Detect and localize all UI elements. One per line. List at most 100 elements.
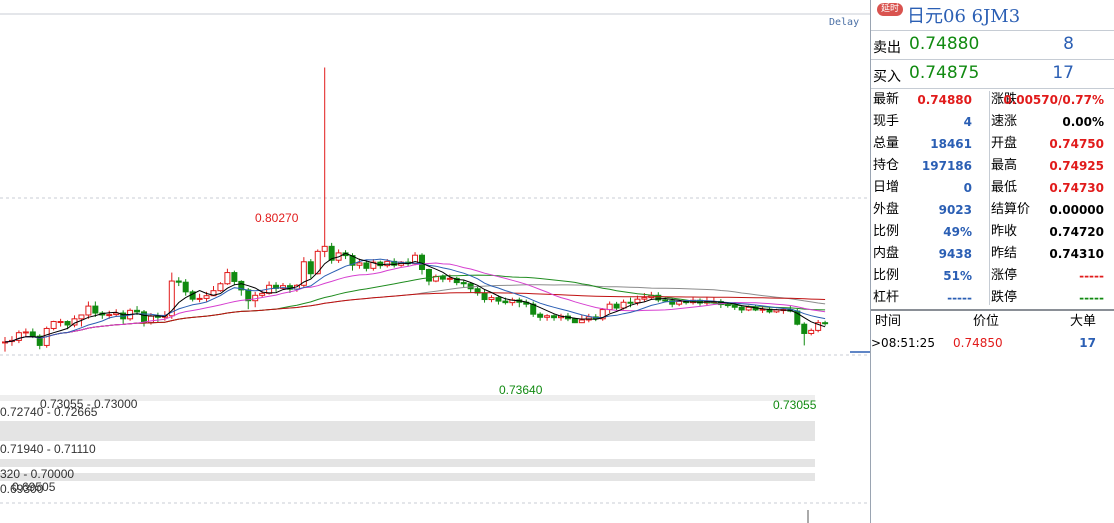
stat-value: ----- [1079,291,1104,305]
ma5-line [4,252,826,343]
stats-divider [989,91,990,305]
stat-value: ----- [947,291,972,305]
ticks-volume-header: 大单 [1069,314,1096,329]
stat-value: 197186 [921,159,972,173]
ticks-time-header: 时间 [875,314,902,329]
stat-row: 总量 18461 开盘 0.74750 [871,133,1114,155]
support-zone-band [0,459,815,467]
candle-body [384,260,391,267]
candle-body [425,268,432,282]
sell-price: 0.74880 [909,34,980,54]
candle-body [106,314,113,317]
candle-body [134,309,141,313]
stat-value: 0 [963,181,972,195]
candle-body [182,281,189,293]
quote-panel: 延时 日元06 6JM3 卖出 0.74880 8 买入 0.74875 17 … [870,0,1114,523]
sell-row: 卖出 0.74880 8 [871,31,1114,60]
stat-row: 比例 49% 昨收 0.74720 [871,221,1114,243]
buy-volume: 17 [1052,63,1074,83]
buy-price: 0.74875 [909,63,980,83]
zone-label: 0.72740 - 0.72665 [0,405,98,419]
delay-indicator: Delay [829,17,860,28]
kline-svg: 0.802700.736400.730550.73055 - 0.730000.… [0,13,870,523]
stat-value: 4 [963,115,972,129]
sell-label: 卖出 [873,40,901,56]
support-zone-band [0,421,815,441]
delay-badge: 延时 [877,3,904,16]
stat-label: 跌停 [991,290,1018,305]
stat-value: 49% [943,225,972,239]
tick-volume: 17 [1079,336,1096,350]
candle-body [321,245,328,252]
ma40-line [4,274,826,343]
stat-label: 开盘 [991,136,1018,151]
panel-header: 延时 日元06 6JM3 [871,0,1114,31]
stat-value: 0.74730 [1049,181,1104,195]
candle-body [537,313,544,318]
candle-body [634,298,641,304]
stat-label: 内盘 [873,246,900,261]
candle-body [738,306,745,311]
candle-body [50,321,57,329]
stat-row: 最新 0.74880 涨跌 0.00570/0.77% [871,89,1114,111]
candle-body [662,299,669,302]
stat-value: ----- [1079,269,1104,283]
candle-body [613,303,620,309]
stat-label: 日增 [873,180,900,195]
candle-body [773,309,780,313]
low-price-label: 0.73055 [773,398,817,412]
candle-body [446,277,453,280]
stat-label: 涨停 [991,268,1018,283]
stat-label: 现手 [873,114,900,129]
stat-value: 18461 [930,137,972,151]
stat-value: 0.74310 [1049,247,1104,261]
stat-label: 外盘 [873,202,900,217]
candle-body [502,300,509,304]
candle-body [676,300,683,305]
candle-body [488,297,495,301]
stat-row: 现手 4 速涨 0.00% [871,111,1114,133]
contract-title[interactable]: 日元06 6JM3 [907,2,1020,28]
candle-body [85,305,92,316]
buy-row: 买入 0.74875 17 [871,60,1114,89]
stat-label: 昨结 [991,246,1018,261]
candle-body [203,295,210,299]
candle-body [22,331,29,334]
zone-label: 0.71940 - 0.71110 [0,442,96,456]
candle-body [822,322,829,325]
candle-body [801,323,808,334]
candle-body [175,280,182,283]
stat-value: 0.74925 [1049,159,1104,173]
stat-label: 比例 [873,268,900,283]
ticks-list: >08:51:25 0.74850 17 [871,333,1114,353]
tick-row: >08:51:25 0.74850 17 [871,333,1114,353]
candle-body [745,306,752,311]
sell-volume: 8 [1063,34,1074,54]
candle-body [78,314,85,320]
candle-body [481,292,488,301]
candle-body [460,282,467,285]
kline-chart[interactable]: 0.80270 0.73640 0.73055 0.73055 - 0.73000 0.… [0,0,870,523]
candle-body [620,301,627,309]
candle-body [363,262,370,269]
candle-body [57,321,64,324]
stat-label: 速涨 [991,114,1018,129]
stat-label: 结算价 [991,202,1031,217]
candle-body [92,305,99,314]
stat-row: 比例 51% 涨停 ----- [871,265,1114,287]
stat-value: 0.00000 [1049,203,1104,217]
stat-row: 外盘 9023 结算价 0.00000 [871,199,1114,221]
stat-value: 0.00570/0.77% [1003,93,1104,107]
stat-label: 杠杆 [873,290,900,305]
stat-label: 最低 [991,180,1018,195]
candle-body [627,301,634,304]
candle-body [571,318,578,324]
buy-label: 买入 [873,69,901,85]
candle-body [231,272,238,282]
stat-value: 9023 [938,203,972,217]
candle-body [259,292,266,296]
candle-body [307,261,314,275]
stat-label: 总量 [873,136,900,151]
stat-label: 昨收 [991,224,1018,239]
candle-body [439,275,446,280]
